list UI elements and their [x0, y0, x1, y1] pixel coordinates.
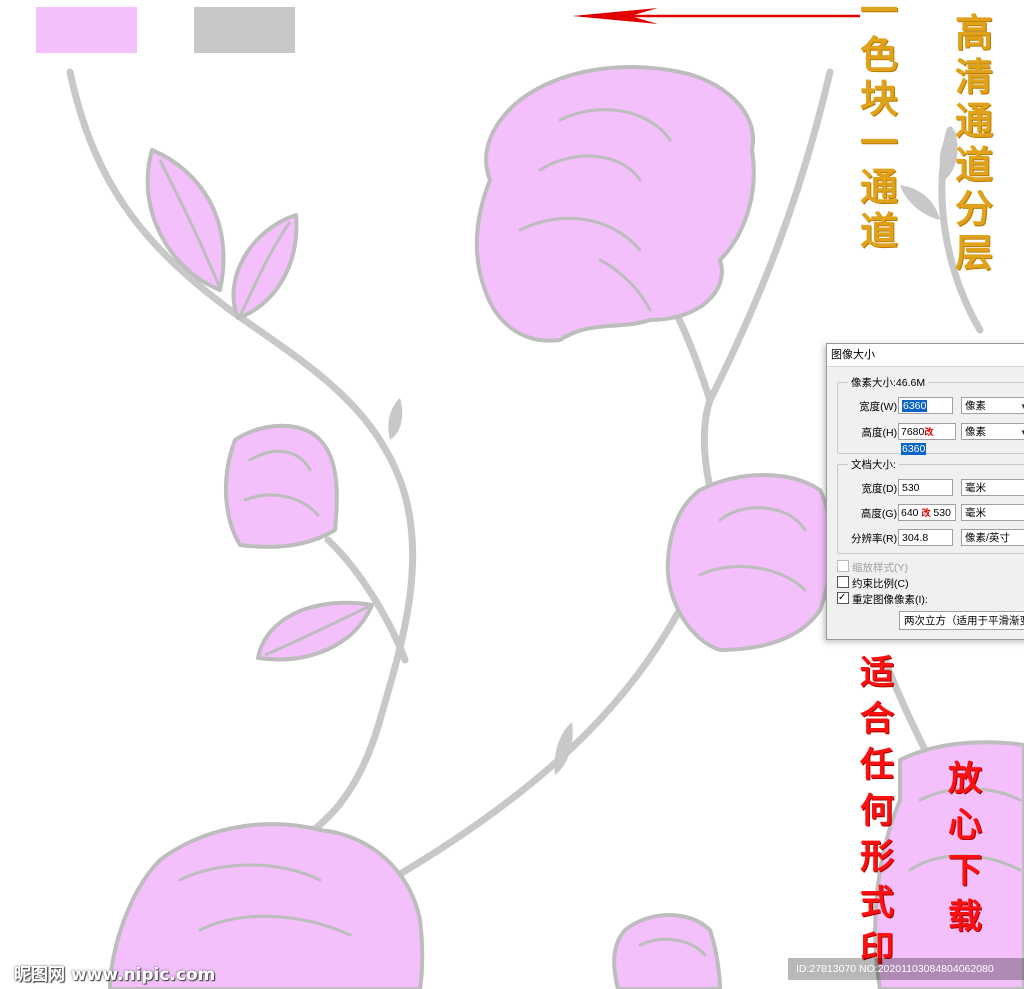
annotation-char: 放	[948, 759, 982, 799]
annotation-char: 道	[860, 208, 899, 253]
doc-height-unit-select[interactable]: 毫米	[961, 504, 1024, 521]
constrain-proportions-checkbox[interactable]: 约束比例(C)	[837, 576, 909, 592]
pink-color-swatch	[36, 7, 137, 53]
resolution-label: 分辨率(R):	[851, 533, 900, 545]
annotation-char: 形	[860, 837, 894, 877]
gray-color-swatch	[194, 7, 295, 53]
annotation-char: 何	[860, 791, 894, 831]
pixel-height-label: 高度(H):	[861, 427, 901, 439]
image-size-dialog: 图像大小 像素大小:46.6M 宽度(W): 6360 像素▾ 高度(H): 7…	[826, 343, 1024, 640]
one-color-one-channel-text: 一色块一通道	[860, 0, 898, 256]
annotation-char: 任	[860, 745, 894, 785]
resolution-unit-select[interactable]: 像素/英寸	[961, 529, 1024, 546]
image-id-watermark: ID:27813070 NO:20201103084804062080	[788, 958, 1024, 980]
checkbox-icon	[837, 560, 849, 572]
pixel-width-unit-select[interactable]: 像素▾	[961, 397, 1024, 414]
annotation-char: 层	[955, 230, 994, 275]
pixel-dimensions-label: 像素大小:46.6M	[848, 375, 929, 390]
suitable-any-print-text: 适合任何形式印	[860, 656, 894, 978]
annotation-char: 下	[948, 851, 982, 891]
annotation-char: 通	[860, 164, 899, 209]
annotation-char: 分	[955, 186, 994, 231]
annotation-char: 载	[948, 897, 982, 937]
doc-width-unit-select[interactable]: 毫米	[961, 479, 1024, 496]
pixel-height-input[interactable]: 7680改6360	[898, 423, 956, 455]
document-size-label: 文档大小:	[848, 457, 899, 472]
annotation-char: 心	[948, 805, 982, 845]
checkbox-checked-icon	[837, 590, 849, 606]
annotation-char: 色	[860, 32, 899, 77]
annotation-char: 道	[955, 142, 994, 187]
resolution-input[interactable]: 304.8	[898, 529, 953, 546]
doc-height-input[interactable]: 640 改 530	[898, 504, 956, 521]
pixel-width-input[interactable]: 6360	[898, 397, 953, 414]
doc-width-label: 宽度(D):	[861, 483, 901, 495]
resample-method-select[interactable]: 两次立方（适用于平滑渐变	[899, 611, 1024, 630]
doc-height-label: 高度(G):	[860, 508, 900, 520]
annotation-char: 合	[860, 699, 894, 739]
resample-image-checkbox[interactable]: 重定图像像素(I):	[837, 590, 928, 608]
nipic-watermark: 昵图网 www.nipic.com	[14, 965, 216, 985]
document-size-group: 文档大小: 宽度(D): 530 毫米 高度(G): 640 改 530 毫米 …	[837, 457, 1024, 554]
annotation-char: 块	[860, 76, 899, 121]
red-arrow	[572, 8, 860, 24]
pixel-dimensions-group: 像素大小:46.6M 宽度(W): 6360 像素▾ 高度(H): 7680改6…	[837, 375, 1024, 455]
pixel-height-unit-select[interactable]: 像素▾	[961, 423, 1024, 440]
dialog-title: 图像大小	[827, 344, 1024, 367]
annotation-char: 一	[860, 120, 899, 165]
doc-width-input[interactable]: 530	[898, 479, 953, 496]
hd-channel-layers-text: 高清通道分层	[955, 14, 993, 278]
scale-styles-checkbox[interactable]: 缩放样式(Y)	[837, 560, 908, 576]
annotation-char: 通	[955, 98, 994, 143]
annotation-char: 适	[860, 653, 894, 693]
download-assured-text: 放心下载	[948, 762, 982, 946]
annotation-char: 高	[955, 10, 994, 55]
annotation-char: 式	[860, 883, 894, 923]
annotation-char: 清	[955, 54, 994, 99]
annotation-char: 一	[860, 0, 899, 33]
leaves	[145, 148, 374, 662]
pixel-width-label: 宽度(W):	[859, 401, 900, 413]
checkbox-icon	[837, 576, 849, 588]
